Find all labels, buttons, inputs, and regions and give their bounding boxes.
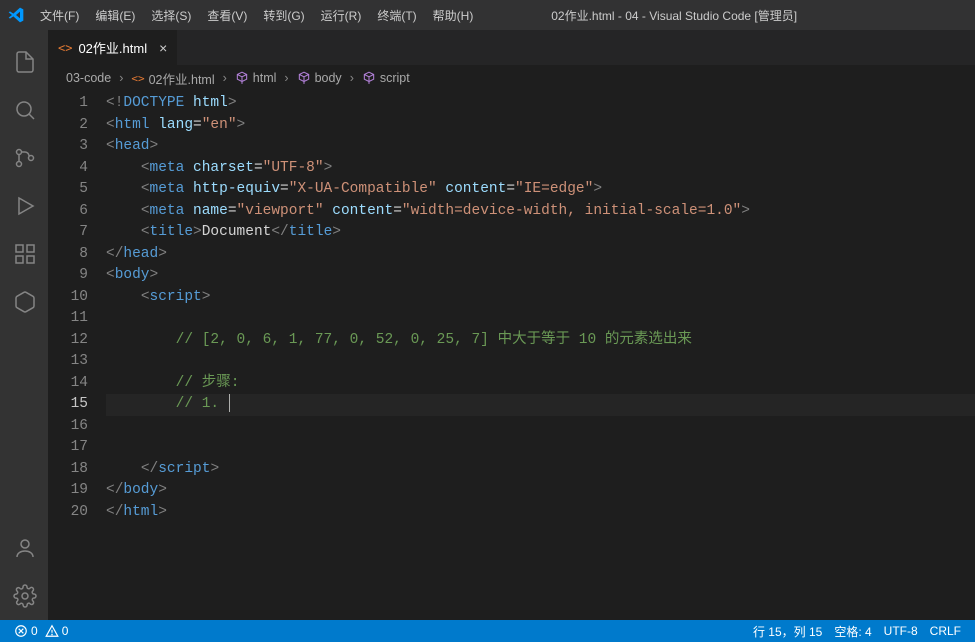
menu-item[interactable]: 终端(T): [369, 3, 424, 28]
line-number: 3: [48, 136, 88, 158]
line-number: 1: [48, 93, 88, 115]
code-line[interactable]: <script>: [106, 287, 975, 309]
line-number-gutter: 1234567891011121314151617181920: [48, 91, 106, 620]
code-line[interactable]: [106, 351, 975, 373]
accounts-icon[interactable]: [1, 524, 49, 572]
status-line-col[interactable]: 行 15，列 15: [747, 623, 828, 640]
menu-item[interactable]: 查看(V): [199, 3, 255, 28]
line-number: 5: [48, 179, 88, 201]
line-number: 20: [48, 502, 88, 524]
code-line[interactable]: <title>Document</title>: [106, 222, 975, 244]
statusbar: 0 0 行 15，列 15 空格: 4 UTF-8 CRLF: [0, 620, 975, 642]
breadcrumb-item[interactable]: body: [297, 71, 342, 85]
search-icon[interactable]: [1, 86, 49, 134]
line-number: 6: [48, 201, 88, 223]
line-number: 16: [48, 416, 88, 438]
menu-item[interactable]: 文件(F): [32, 3, 87, 28]
explorer-icon[interactable]: [1, 38, 49, 86]
code-line[interactable]: <html lang="en">: [106, 115, 975, 137]
html-file-icon: <>: [58, 41, 72, 55]
line-number: 15: [48, 394, 88, 416]
status-eol[interactable]: CRLF: [924, 624, 967, 638]
line-number: 7: [48, 222, 88, 244]
editor-group: <> 02作业.html × 03-code › <> 02作业.html › htm…: [48, 30, 975, 620]
window-title: 02作业.html - 04 - Visual Studio Code [管理员…: [483, 7, 865, 24]
line-number: 14: [48, 373, 88, 395]
line-number: 10: [48, 287, 88, 309]
chevron-right-icon: ›: [350, 71, 354, 85]
status-warnings-count: 0: [62, 624, 69, 638]
vscode-logo-icon: [8, 7, 24, 23]
code-line[interactable]: <head>: [106, 136, 975, 158]
tab-active[interactable]: <> 02作业.html ×: [48, 30, 178, 65]
code-line[interactable]: [106, 308, 975, 330]
code-line[interactable]: // 1.: [106, 394, 975, 416]
code-line[interactable]: [106, 416, 975, 438]
code-line[interactable]: <meta http-equiv="X-UA-Compatible" conte…: [106, 179, 975, 201]
settings-gear-icon[interactable]: [1, 572, 49, 620]
line-number: 13: [48, 351, 88, 373]
chevron-right-icon: ›: [284, 71, 288, 85]
run-debug-icon[interactable]: [1, 182, 49, 230]
code-line[interactable]: // [2, 0, 6, 1, 77, 0, 52, 0, 25, 7] 中大于…: [106, 330, 975, 352]
breadcrumb-item[interactable]: script: [362, 71, 410, 85]
chevron-right-icon: ›: [223, 71, 227, 85]
close-icon[interactable]: ×: [159, 40, 167, 56]
remote-icon[interactable]: [1, 278, 49, 326]
menu-item[interactable]: 帮助(H): [425, 3, 482, 28]
line-number: 18: [48, 459, 88, 481]
line-number: 8: [48, 244, 88, 266]
menu-item[interactable]: 选择(S): [143, 3, 199, 28]
code-line[interactable]: <!DOCTYPE html>: [106, 93, 975, 115]
code-line[interactable]: <body>: [106, 265, 975, 287]
line-number: 4: [48, 158, 88, 180]
breadcrumbs[interactable]: 03-code › <> 02作业.html › html › body › script: [48, 65, 975, 91]
line-number: 9: [48, 265, 88, 287]
code-line[interactable]: // 步骤:: [106, 373, 975, 395]
breadcrumb-item[interactable]: <> 02作业.html: [131, 69, 214, 88]
code-line[interactable]: <meta name="viewport" content="width=dev…: [106, 201, 975, 223]
code-line[interactable]: <meta charset="UTF-8">: [106, 158, 975, 180]
code-line[interactable]: </head>: [106, 244, 975, 266]
activitybar: [0, 30, 48, 620]
code-editor[interactable]: 1234567891011121314151617181920 <!DOCTYP…: [48, 91, 975, 620]
code-line[interactable]: </script>: [106, 459, 975, 481]
breadcrumb-item[interactable]: 03-code: [66, 71, 111, 85]
titlebar: 文件(F)编辑(E)选择(S)查看(V)转到(G)运行(R)终端(T)帮助(H)…: [0, 0, 975, 30]
chevron-right-icon: ›: [119, 71, 123, 85]
menu-item[interactable]: 编辑(E): [87, 3, 143, 28]
menu-item[interactable]: 转到(G): [255, 3, 312, 28]
extensions-icon[interactable]: [1, 230, 49, 278]
code-content[interactable]: <!DOCTYPE html><html lang="en"><head> <m…: [106, 91, 975, 620]
status-errors-count: 0: [31, 624, 38, 638]
status-indent[interactable]: 空格: 4: [828, 623, 877, 640]
code-line[interactable]: [106, 437, 975, 459]
source-control-icon[interactable]: [1, 134, 49, 182]
line-number: 11: [48, 308, 88, 330]
line-number: 19: [48, 480, 88, 502]
code-line[interactable]: </html>: [106, 502, 975, 524]
breadcrumb-item[interactable]: html: [235, 71, 277, 85]
line-number: 17: [48, 437, 88, 459]
tabs-bar: <> 02作业.html ×: [48, 30, 975, 65]
line-number: 2: [48, 115, 88, 137]
line-number: 12: [48, 330, 88, 352]
status-problems[interactable]: 0 0: [8, 624, 74, 638]
menu-item[interactable]: 运行(R): [313, 3, 370, 28]
status-encoding[interactable]: UTF-8: [878, 624, 924, 638]
code-line[interactable]: </body>: [106, 480, 975, 502]
tab-label: 02作业.html: [78, 38, 147, 57]
